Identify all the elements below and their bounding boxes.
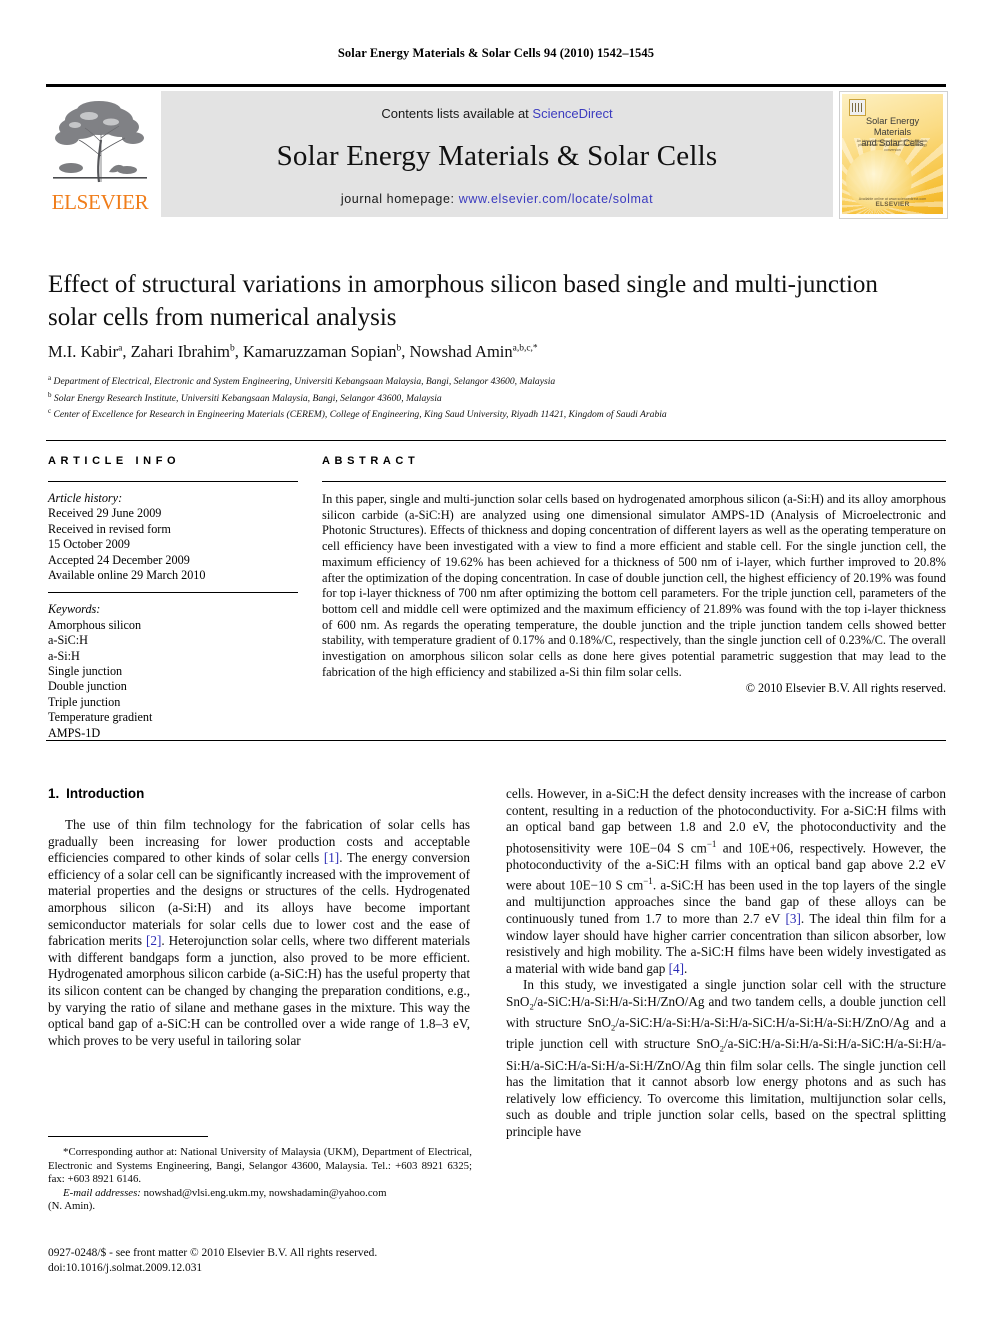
keywords-label: Keywords: [48, 602, 101, 617]
footnote-block: *Corresponding author at: National Unive… [48, 1146, 472, 1214]
elsevier-wordmark: ELSEVIER [51, 190, 149, 214]
keyword-item: AMPS-1D [48, 725, 101, 740]
abstract-text: In this paper, single and multi-junction… [322, 492, 946, 679]
affiliation-item: b Solar Energy Research Institute, Unive… [48, 389, 948, 406]
issn-line: 0927-0248/$ - see front matter © 2010 El… [48, 1247, 378, 1259]
exponent: −1 [643, 876, 653, 887]
citation-link[interactable]: [2] [146, 933, 161, 948]
email-note: E-mail addresses: nowshad@vlsi.eng.ukm.m… [48, 1187, 472, 1201]
section-number: 1. [48, 786, 60, 801]
keyword-item: Single junction [48, 664, 123, 679]
abstract-rule [322, 481, 946, 482]
elsevier-tree-icon [49, 94, 151, 186]
issn-block: 0927-0248/$ - see front matter © 2010 El… [48, 1246, 488, 1275]
cover-elsevier-mark-icon [849, 99, 866, 116]
paragraph: In this study, we investigated a single … [506, 977, 946, 1140]
author-affiliation-mark: b [396, 343, 402, 354]
citation-link[interactable]: [3] [786, 911, 801, 926]
keyword-item: a-Si:H [48, 648, 80, 663]
email-owner: (N. Amin). [48, 1200, 96, 1213]
paragraph: The use of thin film technology for the … [48, 817, 470, 1049]
page-title: Effect of structural variations in amorp… [48, 271, 878, 331]
affiliation-list: a Department of Electrical, Electronic a… [48, 372, 948, 422]
abstract-column: ABSTRACT In this paper, single and multi… [322, 455, 946, 696]
cover-artwork: Solar Energy Materials and Solar Cells A… [842, 94, 943, 214]
article-history-item: Received 29 June 2009 [48, 506, 162, 521]
contents-prefix: Contents lists available at [381, 106, 533, 121]
author-name: Kamaruzzaman Sopian [243, 342, 397, 361]
affiliation-item: c Center of Excellence for Research in E… [48, 405, 948, 422]
journal-homepage-line: journal homepage: www.elsevier.com/locat… [161, 192, 833, 206]
keyword-item: Temperature gradient [48, 710, 153, 725]
author-affiliation-mark: b [230, 343, 235, 354]
journal-masthead: ELSEVIER Contents lists available at Sci… [46, 84, 948, 219]
paragraph-text: . [683, 960, 688, 976]
section-title: Introduction [66, 786, 145, 801]
article-history-label: Article history: [48, 491, 123, 505]
article-info-rule [48, 481, 298, 482]
affiliation-mark: a [48, 374, 52, 382]
keyword-item: Amorphous silicon [48, 617, 142, 632]
contents-available-line: Contents lists available at ScienceDirec… [161, 106, 833, 121]
running-head: Solar Energy Materials & Solar Cells 94 … [337, 46, 655, 60]
body-right-column: cells. However, in a-SiC:H the defect de… [506, 786, 946, 1141]
corresponding-author-text: Corresponding author at: National Univer… [48, 1146, 472, 1186]
email-addresses[interactable]: nowshad@vlsi.eng.ukm.my, nowshadamin@yah… [144, 1187, 387, 1199]
author-affiliation-mark: a [118, 343, 123, 354]
footnote-rule [48, 1136, 208, 1137]
corresponding-author-note: *Corresponding author at: National Unive… [48, 1146, 472, 1187]
affiliation-text: Solar Energy Research Institute, Univers… [53, 392, 442, 404]
journal-title: Solar Energy Materials & Solar Cells [276, 140, 718, 172]
keyword-item: a-SiC:H [48, 633, 88, 648]
article-info-heading: ARTICLE INFO [48, 455, 181, 467]
section-heading-introduction: 1. Introduction [48, 786, 470, 801]
masthead-top-rule [46, 84, 946, 87]
author-name: M.I. Kabir [48, 342, 119, 361]
affiliation-mark: c [48, 407, 52, 416]
paper-page: Solar Energy Materials & Solar Cells 94 … [0, 0, 992, 1323]
journal-cover-thumbnail: Solar Energy Materials and Solar Cells A… [839, 91, 948, 219]
article-history-item: Received in revised form [48, 521, 171, 536]
author-name: Zahari Ibrahim [130, 342, 230, 361]
cover-footer-brand: ELSEVIER [875, 201, 910, 208]
affiliation-text: Department of Electrical, Electronic and… [53, 376, 556, 388]
paragraph-text: /a-SiC:H/a-Si:H/a-Si:H/a-SiC:H/a-Si:H/a-… [506, 1036, 946, 1139]
keywords-rule [48, 592, 298, 594]
author-affiliation-mark: a,b,c,* [512, 343, 538, 354]
masthead-banner: Contents lists available at ScienceDirec… [161, 91, 833, 217]
author-list: M.I. Kabira, Zahari Ibrahimb, Kamaruzzam… [48, 342, 538, 361]
citation-link[interactable]: [1] [324, 850, 339, 865]
cover-subtitle: An international journal devoted to phot… [856, 139, 929, 152]
article-history-item: Accepted 24 December 2009 [48, 552, 190, 567]
affiliation-text: Center of Excellence for Research in Eng… [53, 409, 667, 421]
elsevier-logo: ELSEVIER [46, 91, 154, 217]
doi-line[interactable]: doi:10.1016/j.solmat.2009.12.031 [48, 1261, 488, 1276]
keyword-item: Double junction [48, 679, 127, 694]
cover-footer: Available online at www.sciencedirect.co… [842, 197, 943, 208]
homepage-prefix: journal homepage: [340, 192, 459, 206]
affiliation-mark: b [48, 390, 52, 399]
info-band-top-rule [46, 440, 946, 441]
sciencedirect-link[interactable]: ScienceDirect [532, 106, 612, 121]
email-label: E-mail addresses: [63, 1186, 141, 1199]
keywords-list: Keywords: Amorphous silicon a-SiC:H a-Si… [48, 602, 298, 741]
exponent: −1 [706, 838, 717, 849]
article-history: Article history: Received 29 June 2009 R… [48, 491, 298, 583]
cover-title-line1: Solar Energy Materials [865, 116, 920, 137]
affiliation-item: a Department of Electrical, Electronic a… [48, 372, 948, 389]
article-info-column: ARTICLE INFO Article history: Received 2… [48, 455, 298, 741]
article-history-item: 15 October 2009 [48, 537, 130, 552]
citation-link[interactable]: [4] [669, 961, 684, 976]
journal-homepage-link[interactable]: www.elsevier.com/locate/solmat [459, 192, 653, 206]
keyword-item: Triple junction [48, 694, 121, 709]
author-name: Nowshad Amin [409, 342, 513, 361]
paragraph-text: . Heterojunction solar cells, where two … [48, 933, 471, 1048]
body-left-column: 1. Introduction The use of thin film tech… [48, 786, 470, 1049]
article-history-item: Available online 29 March 2010 [48, 568, 206, 583]
abstract-heading: ABSTRACT [322, 455, 420, 467]
paragraph: cells. However, in a-SiC:H the defect de… [506, 786, 946, 977]
abstract-copyright: © 2010 Elsevier B.V. All rights reserved… [745, 681, 946, 696]
